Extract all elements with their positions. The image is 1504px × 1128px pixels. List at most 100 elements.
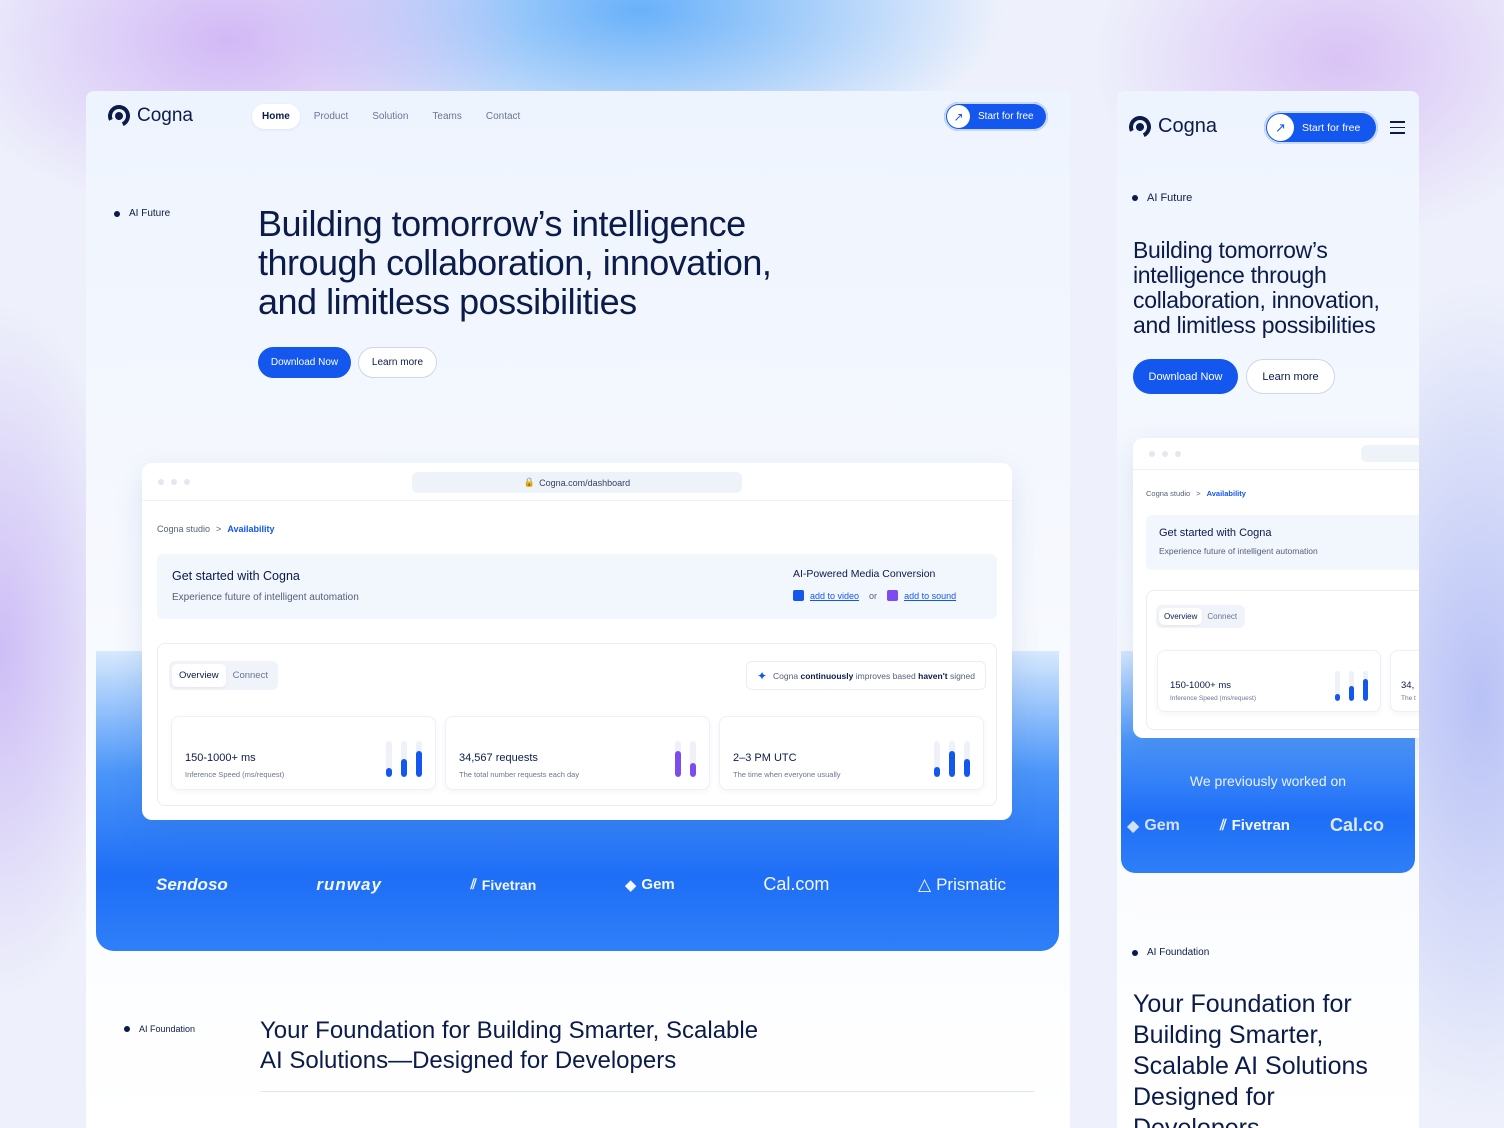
- media-conversion-title: AI-Powered Media Conversion: [793, 568, 936, 580]
- partner-runway: runway: [316, 874, 382, 894]
- foundation-title-line: Scalable AI Solutions: [1133, 1052, 1368, 1080]
- get-started-subtitle: Experience future of intelligent automat…: [1159, 546, 1318, 556]
- nav-teams[interactable]: Teams: [422, 104, 471, 129]
- level-bar: [964, 741, 970, 777]
- hero-title-line: Building tomorrow’s intelligence: [258, 203, 746, 244]
- window-controls: [158, 479, 190, 485]
- breadcrumb-current[interactable]: Availability: [1207, 489, 1246, 498]
- prismatic-icon: △: [918, 874, 932, 894]
- brand-name: Cogna: [137, 105, 193, 126]
- window-controls: [1149, 451, 1181, 457]
- menu-icon[interactable]: [1390, 121, 1405, 134]
- brand-logo[interactable]: Cogna: [1125, 112, 1217, 141]
- learn-more-button[interactable]: Learn more: [358, 347, 437, 378]
- level-bar: [1363, 671, 1368, 701]
- breadcrumb-current[interactable]: Availability: [227, 524, 274, 534]
- partner-calcom: Cal.co: [1329, 815, 1384, 835]
- stat-card: 34,567 requests The total number request…: [445, 716, 710, 790]
- add-to-video-link[interactable]: add to video: [810, 591, 859, 601]
- section-divider: [260, 1091, 1034, 1092]
- media-actions: add to video or add to sound: [793, 590, 956, 601]
- foundation-tag: AI Foundation: [1132, 947, 1209, 958]
- start-free-button[interactable]: ↗ Start for free: [944, 102, 1048, 131]
- gem-icon: ◆: [1127, 817, 1140, 835]
- add-to-sound-link[interactable]: add to sound: [904, 591, 956, 601]
- stat-card: 150-1000+ ms Inference Speed (ms/request…: [1157, 650, 1381, 712]
- overview-panel: Overview Connect 150-1000+ ms Inference …: [1146, 590, 1419, 730]
- browser-bar: 🔒 Cogna.com/dashboard: [142, 463, 1012, 501]
- foundation-tag-label: AI Foundation: [139, 1024, 196, 1034]
- partner-prismatic: △ Prismatic: [918, 874, 1006, 894]
- url-text: Cogna.com/dashboard: [539, 477, 631, 488]
- download-now-button[interactable]: Download Now: [1133, 359, 1238, 394]
- level-bar: [1349, 671, 1354, 701]
- start-free-label: Start for free: [1302, 121, 1361, 134]
- hero-tag-label: AI Future: [129, 208, 171, 219]
- url-bar[interactable]: [1361, 445, 1419, 462]
- foundation-tag-label: AI Foundation: [1147, 947, 1210, 958]
- tag-dot: [124, 1026, 130, 1032]
- get-started-subtitle: Experience future of intelligent automat…: [172, 592, 359, 603]
- dashboard-preview: 🔒 Cogna.com/dashboard Cogna studio > Ava…: [142, 463, 1012, 820]
- brand-logo[interactable]: Cogna: [104, 101, 193, 131]
- hero-title-line: and limitless possibilities: [258, 281, 637, 322]
- stat-value: 150-1000+ ms: [1170, 680, 1231, 691]
- notice-bold-1: continuously: [800, 670, 854, 681]
- partner-fivetran: ⫽ Fivetran: [470, 876, 537, 893]
- foundation-title-line: Developers: [1133, 1114, 1260, 1128]
- get-started-card: Get started with Cogna Experience future…: [157, 554, 997, 619]
- foundation-title: Your Foundation for Building Smarter, Sc…: [260, 1016, 758, 1076]
- tab-overview[interactable]: Overview: [172, 664, 226, 687]
- hero-tag-label: AI Future: [1147, 192, 1193, 204]
- download-now-button[interactable]: Download Now: [258, 347, 351, 378]
- foundation-title-line: Designed for: [1133, 1083, 1275, 1111]
- stat-bars: [934, 741, 970, 777]
- partners-heading: We previously worked on: [1189, 773, 1347, 789]
- brand-name: Cogna: [1158, 115, 1217, 137]
- or-text: or: [869, 590, 878, 601]
- stat-bars: [1335, 671, 1368, 701]
- breadcrumb-root[interactable]: Cogna studio: [1146, 489, 1190, 498]
- stat-bars: [675, 741, 696, 777]
- tab-connect[interactable]: Connect: [226, 664, 275, 687]
- hero-title-line: and limitless possibilities: [1133, 312, 1376, 338]
- stat-label: The total number requests each day: [459, 770, 580, 779]
- stat-label: Inference Speed (ms/request): [185, 770, 285, 779]
- tab-overview[interactable]: Overview: [1159, 608, 1203, 625]
- breadcrumb-root[interactable]: Cogna studio: [157, 524, 210, 534]
- partner-calcom: Cal.com: [763, 874, 830, 894]
- partner-logos: Sendoso runway ⫽ Fivetran ◆ Gem Cal.com △ P…: [156, 874, 1006, 895]
- stat-value: 2–3 PM UTC: [733, 752, 797, 764]
- get-started-card: Get started with Cogna Experience future…: [1146, 515, 1419, 570]
- foundation-title-line: AI Solutions—Designed for Developers: [260, 1047, 677, 1074]
- main-nav: Home Product Solution Teams Contact: [252, 104, 530, 129]
- arrow-up-right-icon: ↗: [1267, 114, 1294, 141]
- foundation-title-line: Your Foundation for: [1133, 990, 1352, 1018]
- nav-solution[interactable]: Solution: [362, 104, 418, 129]
- overview-tabs: Overview Connect: [1156, 605, 1246, 628]
- foundation-title-line: Building Smarter,: [1133, 1021, 1324, 1049]
- learn-more-button[interactable]: Learn more: [1246, 359, 1335, 394]
- hero-title-line: Building tomorrow’s: [1133, 237, 1328, 263]
- start-free-label: Start for free: [978, 111, 1034, 122]
- stat-label: Inference Speed (ms/request): [1170, 695, 1256, 702]
- partner-gem: ◆ Gem: [624, 876, 675, 894]
- nav-home[interactable]: Home: [252, 104, 300, 129]
- stat-value: 34,567 requests: [459, 752, 538, 764]
- notice-bold-2: haven't: [918, 670, 948, 681]
- foundation-title-line: Your Foundation for Building Smarter, Sc…: [260, 1017, 759, 1044]
- stat-label: The t: [1401, 695, 1416, 702]
- tab-connect[interactable]: Connect: [1202, 608, 1242, 625]
- fivetran-icon: ⫽: [470, 876, 477, 892]
- stat-label: The time when everyone usually: [733, 770, 841, 779]
- url-bar[interactable]: 🔒 Cogna.com/dashboard: [412, 472, 742, 493]
- nav-contact[interactable]: Contact: [476, 104, 530, 129]
- notice-end: signed: [949, 670, 975, 681]
- tag-dot: [114, 210, 120, 217]
- nav-product[interactable]: Product: [304, 104, 358, 129]
- tag-dot: [1132, 949, 1138, 956]
- mobile-page: Cogna ↗ Start for free AI Future Buildin…: [1117, 91, 1419, 1128]
- get-started-title: Get started with Cogna: [1159, 527, 1272, 539]
- video-icon: [793, 590, 804, 601]
- start-free-button[interactable]: ↗ Start for free: [1264, 111, 1378, 144]
